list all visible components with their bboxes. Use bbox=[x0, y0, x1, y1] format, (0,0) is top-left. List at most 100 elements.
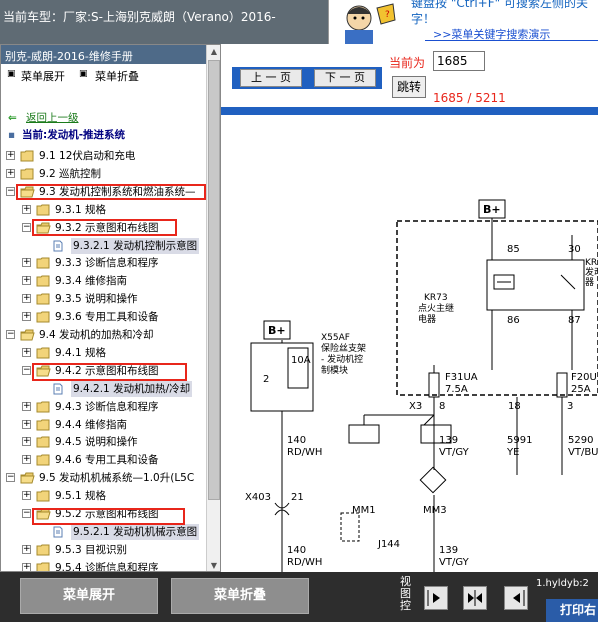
sidebar-item[interactable]: +9.4.4 维修指南 bbox=[1, 417, 206, 433]
tip-line-1: 键盘按 "Ctrl+F" 可搜索左侧的关 bbox=[411, 0, 588, 10]
bplus-label: B+ bbox=[483, 203, 501, 216]
search-tip-panel: ? 键盘按 "Ctrl+F" 可搜索左侧的关 字！ >>菜单关键字搜索演示 bbox=[328, 0, 598, 44]
scroll-up-arrow[interactable]: ▲ bbox=[207, 45, 220, 59]
collapse-toggle-icon[interactable]: − bbox=[6, 473, 15, 483]
expand-toggle-icon[interactable]: + bbox=[22, 562, 31, 571]
expand-toggle-icon[interactable]: + bbox=[22, 204, 31, 214]
expand-toggle-icon[interactable]: + bbox=[22, 455, 31, 465]
wiring-diagram: B+ B+ 85 30 86 87 KR7 发动 器 KR73 点火主继 电器 … bbox=[245, 199, 598, 572]
sidebar-item-label: 9.4 发动机的加热和冷却 bbox=[39, 329, 154, 341]
sidebar-item[interactable]: +9.3.1 规格 bbox=[1, 202, 206, 218]
sidebar-item[interactable]: − 9.4 发动机的加热和冷却 bbox=[1, 327, 206, 343]
sidebar-item[interactable]: +9.5.1 规格 bbox=[1, 488, 206, 504]
divider bbox=[425, 40, 598, 41]
back-link-row[interactable]: ⇐ 返回上一级 bbox=[1, 110, 206, 126]
x55af-label: 制模块 bbox=[321, 364, 348, 376]
folder-icon bbox=[36, 562, 51, 571]
sidebar-item[interactable]: +9.4.6 专用工具和设备 bbox=[1, 452, 206, 468]
expand-toggle-icon[interactable]: + bbox=[6, 168, 15, 178]
expand-toggle-icon[interactable]: + bbox=[22, 258, 31, 268]
scroll-thumb[interactable] bbox=[208, 60, 220, 500]
sidebar-item[interactable]: +9.4.1 规格 bbox=[1, 345, 206, 361]
menu-expand-link[interactable]: 菜单展开 bbox=[21, 68, 65, 84]
sidebar-item-label: 9.5.2.1 发动机机械示意图 bbox=[71, 523, 200, 540]
folder-icon bbox=[36, 275, 51, 287]
relay-pin-30: 30 bbox=[568, 244, 581, 255]
expand-toggle-icon[interactable]: + bbox=[22, 312, 31, 322]
sidebar-item[interactable]: 9.5.2.1 发动机机械示意图 bbox=[1, 523, 206, 540]
x55af-label: X55AF bbox=[321, 333, 350, 343]
menu-collapse-button[interactable]: 菜单折叠 bbox=[171, 578, 309, 614]
expand-toggle-icon[interactable]: + bbox=[22, 276, 31, 286]
expand-icon: ▣ bbox=[7, 69, 16, 79]
menu-expand-button[interactable]: 菜单展开 bbox=[20, 578, 158, 614]
folder-icon bbox=[36, 436, 51, 448]
fuse-label: 25A bbox=[571, 384, 591, 395]
go-button[interactable]: 跳转 bbox=[392, 76, 426, 98]
fuse-label: F31UA bbox=[445, 372, 478, 383]
sidebar-item-label: 9.4.3 诊断信息和程序 bbox=[55, 400, 159, 413]
sidebar-item[interactable]: +9.3.3 诊断信息和程序 bbox=[1, 255, 206, 271]
thinking-man-icon: ? bbox=[345, 3, 396, 44]
sidebar-item[interactable]: +9.5.3 目视识别 bbox=[1, 542, 206, 558]
sidebar-item-label: 9.5 发动机机械系统—1.0升(L5C bbox=[39, 472, 195, 485]
print-right-button[interactable]: 打印右 bbox=[546, 599, 598, 622]
x55af-label: - 发动机控 bbox=[321, 353, 363, 365]
sidebar-item[interactable]: 9.3.2.1 发动机控制示意图 bbox=[1, 237, 206, 254]
sidebar-item[interactable]: +9.3.4 维修指南 bbox=[1, 273, 206, 289]
relay-pin-85: 85 bbox=[507, 244, 520, 255]
sidebar-item[interactable]: +9.1 12伏启动和充电 bbox=[1, 148, 206, 164]
view-split-button[interactable] bbox=[463, 586, 487, 610]
wire-number: 139 bbox=[439, 545, 458, 556]
next-page-button[interactable]: 下 一 页 bbox=[314, 69, 376, 87]
sidebar-item-label: 9.4.6 专用工具和设备 bbox=[55, 454, 159, 467]
page-number-input[interactable] bbox=[433, 51, 485, 71]
relay-pin-86: 86 bbox=[507, 315, 520, 326]
sidebar-item-label: 9.4.4 维修指南 bbox=[55, 418, 128, 431]
expand-toggle-icon[interactable]: + bbox=[22, 437, 31, 447]
file-name: 1.hyldyb:2 bbox=[536, 578, 589, 589]
highlight-box bbox=[32, 363, 187, 381]
expand-toggle-icon[interactable]: + bbox=[22, 294, 31, 304]
view-right-button[interactable] bbox=[424, 586, 448, 610]
wire-color: VT/GY bbox=[439, 447, 470, 458]
document-icon bbox=[52, 240, 67, 252]
expand-toggle-icon[interactable]: + bbox=[22, 491, 31, 501]
sidebar-item[interactable]: 9.4.2.1 发动机加热/冷却 bbox=[1, 380, 206, 397]
collapse-toggle-icon[interactable]: − bbox=[6, 186, 15, 196]
arrow-right-icon bbox=[427, 590, 440, 606]
wire-color: YE bbox=[506, 447, 519, 458]
wire-color: RD/WH bbox=[287, 557, 322, 568]
expand-toggle-icon[interactable]: + bbox=[22, 544, 31, 554]
document-viewer: 上 一 页 下 一 页 当前为 跳转 1685 / 5211 bbox=[221, 44, 598, 572]
scroll-down-arrow[interactable]: ▼ bbox=[207, 559, 220, 571]
sidebar-scrollbar[interactable]: ▲ ▼ bbox=[206, 45, 220, 571]
expand-toggle-icon[interactable]: + bbox=[22, 347, 31, 357]
prev-page-button[interactable]: 上 一 页 bbox=[240, 69, 302, 87]
collapse-toggle-icon[interactable]: − bbox=[22, 509, 31, 518]
sidebar-item[interactable]: +9.4.3 诊断信息和程序 bbox=[1, 399, 206, 415]
arrow-left-icon bbox=[513, 590, 525, 606]
collapse-toggle-icon[interactable]: − bbox=[22, 222, 31, 232]
folder-open-icon bbox=[20, 472, 35, 484]
expand-toggle-icon[interactable]: + bbox=[22, 419, 31, 429]
folder-icon bbox=[36, 454, 51, 466]
sidebar-item[interactable]: +9.5.4 诊断信息和程序 bbox=[1, 560, 206, 571]
back-link[interactable]: 返回上一级 bbox=[26, 110, 79, 126]
sidebar-item-label: 9.3.6 专用工具和设备 bbox=[55, 311, 159, 324]
sidebar-item-label: 9.4.2.1 发动机加热/冷却 bbox=[71, 380, 193, 397]
sidebar-item[interactable]: +9.3.6 专用工具和设备 bbox=[1, 309, 206, 325]
folder-open-icon bbox=[20, 329, 35, 341]
sidebar-item[interactable]: +9.4.5 说明和操作 bbox=[1, 434, 206, 450]
expand-toggle-icon[interactable]: + bbox=[22, 401, 31, 411]
collapse-toggle-icon[interactable]: − bbox=[22, 365, 31, 375]
sidebar-item[interactable]: +9.2 巡航控制 bbox=[1, 166, 206, 182]
sidebar-item[interactable]: − 9.5 发动机机械系统—1.0升(L5C bbox=[1, 470, 206, 486]
collapse-toggle-icon[interactable]: − bbox=[6, 330, 15, 339]
sidebar-item[interactable]: +9.3.5 说明和操作 bbox=[1, 291, 206, 307]
expand-toggle-icon[interactable]: + bbox=[6, 151, 15, 160]
bottom-toolbar: 菜单展开 菜单折叠 视图控 1.hyldyb:2 打印右 bbox=[0, 572, 598, 622]
menu-collapse-link[interactable]: 菜单折叠 bbox=[95, 68, 139, 84]
view-left-button[interactable] bbox=[504, 586, 528, 610]
vehicle-title: 当前车型：厂家:S-上海别克威朗（Verano）2016- bbox=[3, 10, 276, 24]
